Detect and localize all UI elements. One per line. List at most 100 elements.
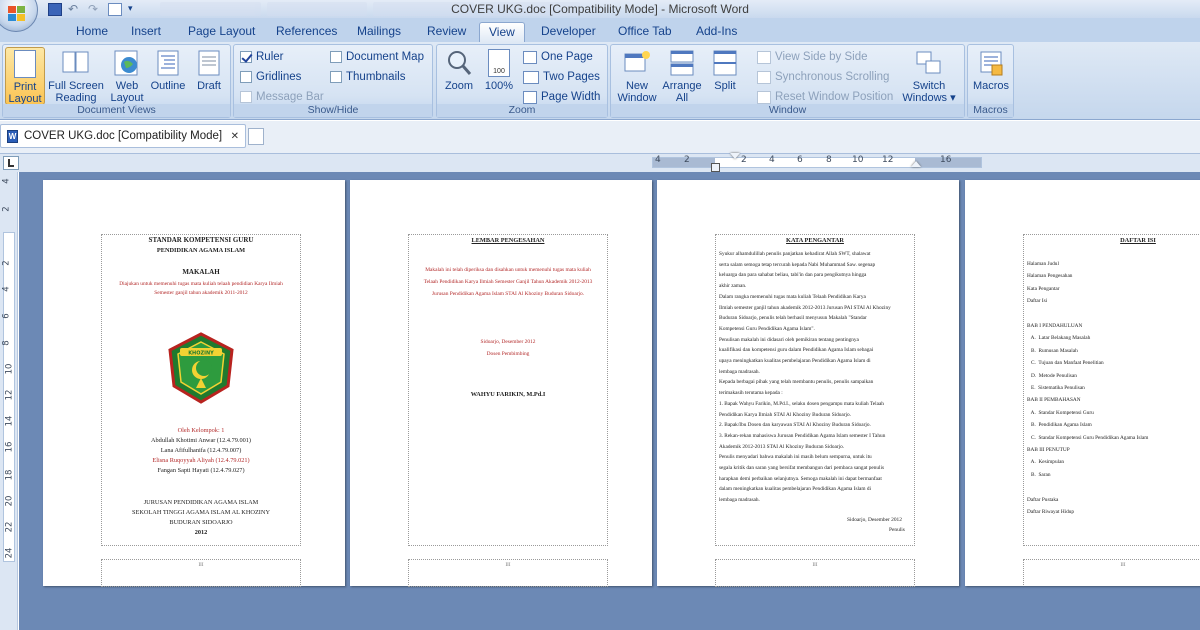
- one-page-button[interactable]: One Page: [523, 49, 593, 65]
- split-button[interactable]: Split: [707, 47, 743, 92]
- approval-place-date: Sidoarjo, Desember 2012: [480, 339, 536, 345]
- close-tab-icon[interactable]: ✕: [231, 131, 239, 142]
- member-3: Elisna Ruqoyyah Aliyah (12.4.79.021): [152, 457, 250, 464]
- document-tab-bar: W COVER UKG.doc [Compatibility Mode] ✕: [0, 121, 1200, 154]
- ruler-tick: 18: [4, 469, 15, 481]
- foreword-line: terimakasih terutama kepada :: [719, 390, 783, 397]
- gridlines-checkbox[interactable]: [240, 71, 252, 83]
- ruler-tick: 2: [684, 155, 690, 165]
- zoom-100-button[interactable]: 100 100%: [481, 47, 517, 92]
- macros-button[interactable]: Macros: [970, 47, 1012, 92]
- page-next-1[interactable]: III: [43, 556, 345, 587]
- toc-line: Halaman Judul: [1027, 261, 1059, 267]
- document-map-checkbox[interactable]: [330, 51, 342, 63]
- ruler-checkbox[interactable]: [240, 51, 252, 63]
- message-bar-checkbox-row[interactable]: Message Bar: [240, 89, 324, 105]
- tab-references[interactable]: References: [276, 22, 337, 42]
- new-window-button[interactable]: New Window: [615, 47, 659, 104]
- page-approval[interactable]: LEMBAR PENGESAHAN Makalah ini telah dipe…: [350, 180, 652, 586]
- full-screen-reading-icon: [61, 49, 91, 77]
- toc-line: A. Latar Belakang Masalah: [1027, 335, 1091, 342]
- tab-page-layout[interactable]: Page Layout: [188, 22, 255, 42]
- foreword-line: akhir zaman.: [719, 283, 747, 290]
- toc-line: Daftar Pustaka: [1027, 496, 1059, 503]
- tab-review[interactable]: Review: [427, 22, 466, 42]
- print-layout-button[interactable]: Print Layout: [5, 47, 45, 105]
- redo-icon[interactable]: ↷: [88, 3, 102, 16]
- toc-line: D. Metode Penulisan: [1027, 372, 1077, 379]
- reset-window-position-button[interactable]: Reset Window Position: [757, 89, 893, 105]
- document-workspace[interactable]: STANDAR KOMPETENSI GURU PENDIDIKAN AGAMA…: [19, 172, 1200, 630]
- tab-office-tab[interactable]: Office Tab: [618, 22, 672, 42]
- page-next-3[interactable]: III: [657, 556, 959, 587]
- outline-button[interactable]: Outline: [147, 47, 189, 92]
- tab-view[interactable]: View: [479, 22, 525, 42]
- page-table-of-contents[interactable]: DAFTAR ISI Halaman Judul Halaman Pengesah…: [965, 180, 1200, 586]
- tab-selector-button[interactable]: [3, 156, 19, 170]
- print-preview-icon[interactable]: [108, 2, 122, 16]
- page-width-button[interactable]: Page Width: [523, 89, 600, 105]
- zoom-button[interactable]: Zoom: [441, 47, 477, 92]
- horizontal-ruler-scale: [652, 157, 982, 168]
- campus-logo-seal: KHOZINY: [166, 332, 236, 404]
- draft-icon: [194, 49, 224, 77]
- thumbnails-checkbox-row[interactable]: Thumbnails: [330, 69, 405, 85]
- foreword-line: upaya meningkatkan kualitas pembelajaran…: [719, 358, 871, 364]
- thumbnails-checkbox[interactable]: [330, 71, 342, 83]
- indent-marker-icon[interactable]: [730, 153, 740, 159]
- foreword-line: Kompetensi Guru Pendidikan Agama Islam".: [719, 325, 815, 332]
- toc-line: A. Kesimpulan: [1027, 459, 1065, 466]
- tab-insert[interactable]: Insert: [131, 22, 161, 42]
- side-by-side-icon: [757, 50, 771, 64]
- save-icon[interactable]: [48, 2, 62, 16]
- foreword-line: Pendidikan Karya Ilmiah STAI Al Khoziny …: [719, 411, 851, 418]
- group-label-macros: Macros: [968, 104, 1013, 117]
- tab-mailings[interactable]: Mailings: [357, 22, 401, 42]
- cover-title: STANDAR KOMPETENSI GURU: [148, 236, 254, 244]
- vertical-ruler[interactable]: 4 2 2 4 6 8 10 12 14 16 18 20 22 24: [0, 172, 18, 630]
- group-label-zoom: Zoom: [437, 104, 607, 117]
- toc-line: C. Standar Kompetensi Guru Pendidikan Ag…: [1027, 434, 1149, 441]
- web-layout-button[interactable]: Web Layout: [107, 47, 147, 104]
- tab-add-ins[interactable]: Add-Ins: [696, 22, 737, 42]
- synchronous-scrolling-button[interactable]: Synchronous Scrolling: [757, 69, 889, 85]
- approval-lecturer: WAHYU FARIKIN, M.Pd.I: [470, 391, 546, 398]
- full-screen-reading-button[interactable]: Full Screen Reading: [47, 47, 105, 104]
- tab-home[interactable]: Home: [76, 22, 108, 42]
- arrange-all-button[interactable]: Arrange All: [661, 47, 703, 104]
- page-footer-mark: III: [505, 563, 511, 568]
- view-side-by-side-button[interactable]: View Side by Side: [757, 49, 867, 65]
- foreword-line: Penulisan makalah ini didasari oleh pemi…: [719, 336, 859, 343]
- undo-icon[interactable]: ↶: [68, 3, 82, 16]
- tab-developer[interactable]: Developer: [541, 22, 596, 42]
- page-next-2[interactable]: III: [350, 556, 652, 587]
- toc-line: B. Rumusan Masalah: [1027, 347, 1078, 354]
- customize-qat-icon[interactable]: ▾: [128, 3, 142, 16]
- reset-position-icon: [757, 90, 771, 104]
- group-label-show-hide: Show/Hide: [234, 104, 432, 117]
- right-indent-marker-icon[interactable]: [911, 161, 921, 167]
- toc-line: Kata Pengantar: [1027, 285, 1060, 292]
- group-zoom: Zoom 100 100% One Page Two Pages Page Wi…: [436, 44, 608, 118]
- page-next-4[interactable]: III: [965, 556, 1200, 586]
- gridlines-checkbox-row[interactable]: Gridlines: [240, 69, 301, 85]
- page-cover[interactable]: STANDAR KOMPETENSI GURU PENDIDIKAN AGAMA…: [43, 180, 345, 586]
- page-foreword[interactable]: KATA PENGANTAR Syukur alhamdulillah penu…: [657, 180, 959, 586]
- print-layout-icon: [14, 50, 36, 78]
- draft-button[interactable]: Draft: [190, 47, 228, 92]
- foreword-line: 3. Rekan-rekan mahasiswa Jurusan Pendidi…: [719, 432, 886, 439]
- new-document-tab-icon[interactable]: [248, 128, 264, 145]
- ribbon-tab-row: Home Insert Page Layout References Maili…: [0, 18, 1200, 42]
- foreword-date: Sidoarjo, Desember 2012: [847, 517, 902, 523]
- document-map-checkbox-row[interactable]: Document Map: [330, 49, 424, 65]
- horizontal-ruler[interactable]: [0, 154, 1200, 172]
- two-pages-button[interactable]: Two Pages: [523, 69, 600, 85]
- message-bar-checkbox[interactable]: [240, 91, 252, 103]
- ruler-checkbox-row[interactable]: Ruler: [240, 49, 283, 65]
- member-2: Lana Afifulhanifa (12.4.79.007): [160, 447, 242, 454]
- left-indent-marker-icon[interactable]: [711, 163, 720, 172]
- page-footer-mark: III: [1120, 563, 1126, 568]
- switch-windows-button[interactable]: Switch Windows ▾: [899, 47, 959, 104]
- document-tab[interactable]: W COVER UKG.doc [Compatibility Mode] ✕: [0, 124, 246, 148]
- foreword-line: Kepada berbagai pihak yang telah membant…: [719, 379, 874, 386]
